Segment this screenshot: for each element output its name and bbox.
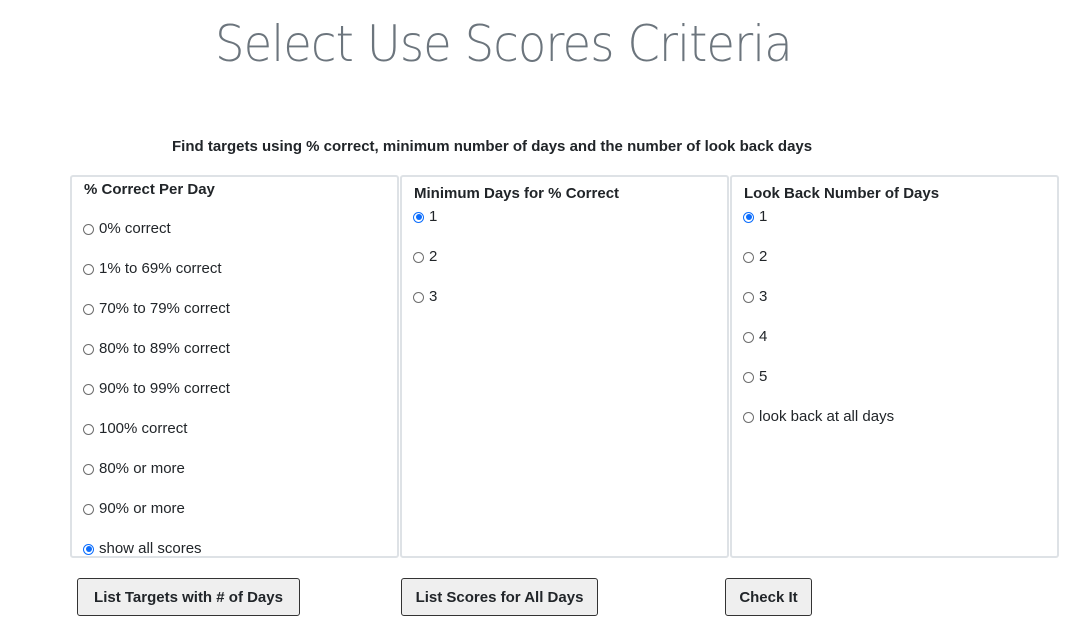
radio-unchecked-icon[interactable] — [83, 423, 94, 435]
percent-correct-option[interactable]: show all scores — [83, 539, 202, 559]
minimum-days-option[interactable]: 2 — [413, 247, 437, 267]
minimum-days-option-label: 3 — [429, 288, 438, 305]
percent-correct-option[interactable]: 1% to 69% correct — [83, 259, 222, 279]
radio-unchecked-icon[interactable] — [743, 331, 754, 343]
look-back-days-option-label: 4 — [759, 328, 768, 345]
percent-correct-option[interactable]: 100% correct — [83, 419, 187, 439]
minimum-days-option[interactable]: 1 — [413, 207, 437, 227]
look-back-days-panel: Look Back Number of Days 1 2 3 4 5 look back … — [730, 175, 1059, 558]
radio-unchecked-icon[interactable] — [83, 343, 94, 355]
radio-unchecked-icon[interactable] — [83, 263, 94, 275]
percent-correct-option[interactable]: 70% to 79% correct — [83, 299, 230, 319]
radio-unchecked-icon[interactable] — [743, 291, 754, 303]
look-back-days-heading: Look Back Number of Days — [744, 185, 940, 202]
list-scores-button[interactable]: List Scores for All Days — [401, 578, 598, 616]
radio-unchecked-icon[interactable] — [83, 503, 94, 515]
percent-correct-option-label: 70% to 79% correct — [99, 300, 230, 317]
radio-unchecked-icon[interactable] — [743, 251, 754, 263]
radio-unchecked-icon[interactable] — [83, 463, 94, 475]
radio-unchecked-icon[interactable] — [743, 371, 754, 383]
percent-correct-option-label: 90% or more — [99, 500, 185, 517]
percent-correct-option-label: 80% to 89% correct — [99, 340, 230, 357]
look-back-days-option-label: look back at all days — [759, 408, 895, 425]
percent-correct-option[interactable]: 90% or more — [83, 499, 185, 519]
minimum-days-heading: Minimum Days for % Correct — [414, 185, 620, 202]
radio-unchecked-icon[interactable] — [83, 223, 94, 235]
look-back-days-option[interactable]: 5 — [743, 367, 767, 387]
look-back-days-option[interactable]: look back at all days — [743, 407, 894, 427]
look-back-days-option-label: 5 — [759, 368, 768, 385]
radio-checked-icon[interactable] — [413, 211, 424, 223]
percent-correct-option-label: 90% to 99% correct — [99, 380, 230, 397]
look-back-days-option[interactable]: 1 — [743, 207, 767, 227]
look-back-days-option-label: 2 — [759, 248, 768, 265]
percent-correct-option-label: 80% or more — [99, 460, 185, 477]
look-back-days-option[interactable]: 3 — [743, 287, 767, 307]
percent-correct-heading: % Correct Per Day — [84, 181, 215, 198]
look-back-days-option-label: 3 — [759, 288, 768, 305]
percent-correct-option-label: show all scores — [99, 540, 202, 557]
radio-checked-icon[interactable] — [743, 211, 754, 223]
percent-correct-option-label: 0% correct — [99, 220, 171, 237]
radio-unchecked-icon[interactable] — [413, 291, 424, 303]
radio-unchecked-icon[interactable] — [83, 383, 94, 395]
check-it-button[interactable]: Check It — [725, 578, 812, 616]
percent-correct-option[interactable]: 80% or more — [83, 459, 185, 479]
minimum-days-option[interactable]: 3 — [413, 287, 437, 307]
radio-unchecked-icon[interactable] — [743, 411, 754, 423]
page-title: Select Use Scores Criteria — [215, 15, 793, 73]
percent-correct-option[interactable]: 0% correct — [83, 219, 171, 239]
list-targets-button[interactable]: List Targets with # of Days — [77, 578, 300, 616]
minimum-days-option-label: 2 — [429, 248, 438, 265]
look-back-days-option-label: 1 — [759, 208, 768, 225]
percent-correct-option-label: 100% correct — [99, 420, 188, 437]
radio-checked-icon[interactable] — [83, 543, 94, 555]
look-back-days-option[interactable]: 2 — [743, 247, 767, 267]
minimum-days-panel: Minimum Days for % Correct 1 2 3 — [400, 175, 729, 558]
radio-unchecked-icon[interactable] — [413, 251, 424, 263]
percent-correct-option-label: 1% to 69% correct — [99, 260, 222, 277]
minimum-days-option-label: 1 — [429, 208, 438, 225]
percent-correct-option[interactable]: 80% to 89% correct — [83, 339, 230, 359]
radio-unchecked-icon[interactable] — [83, 303, 94, 315]
percent-correct-panel: % Correct Per Day 0% correct 1% to 69% co… — [70, 175, 399, 558]
look-back-days-option[interactable]: 4 — [743, 327, 767, 347]
percent-correct-option[interactable]: 90% to 99% correct — [83, 379, 230, 399]
page-subtitle: Find targets using % correct, minimum nu… — [172, 138, 813, 155]
